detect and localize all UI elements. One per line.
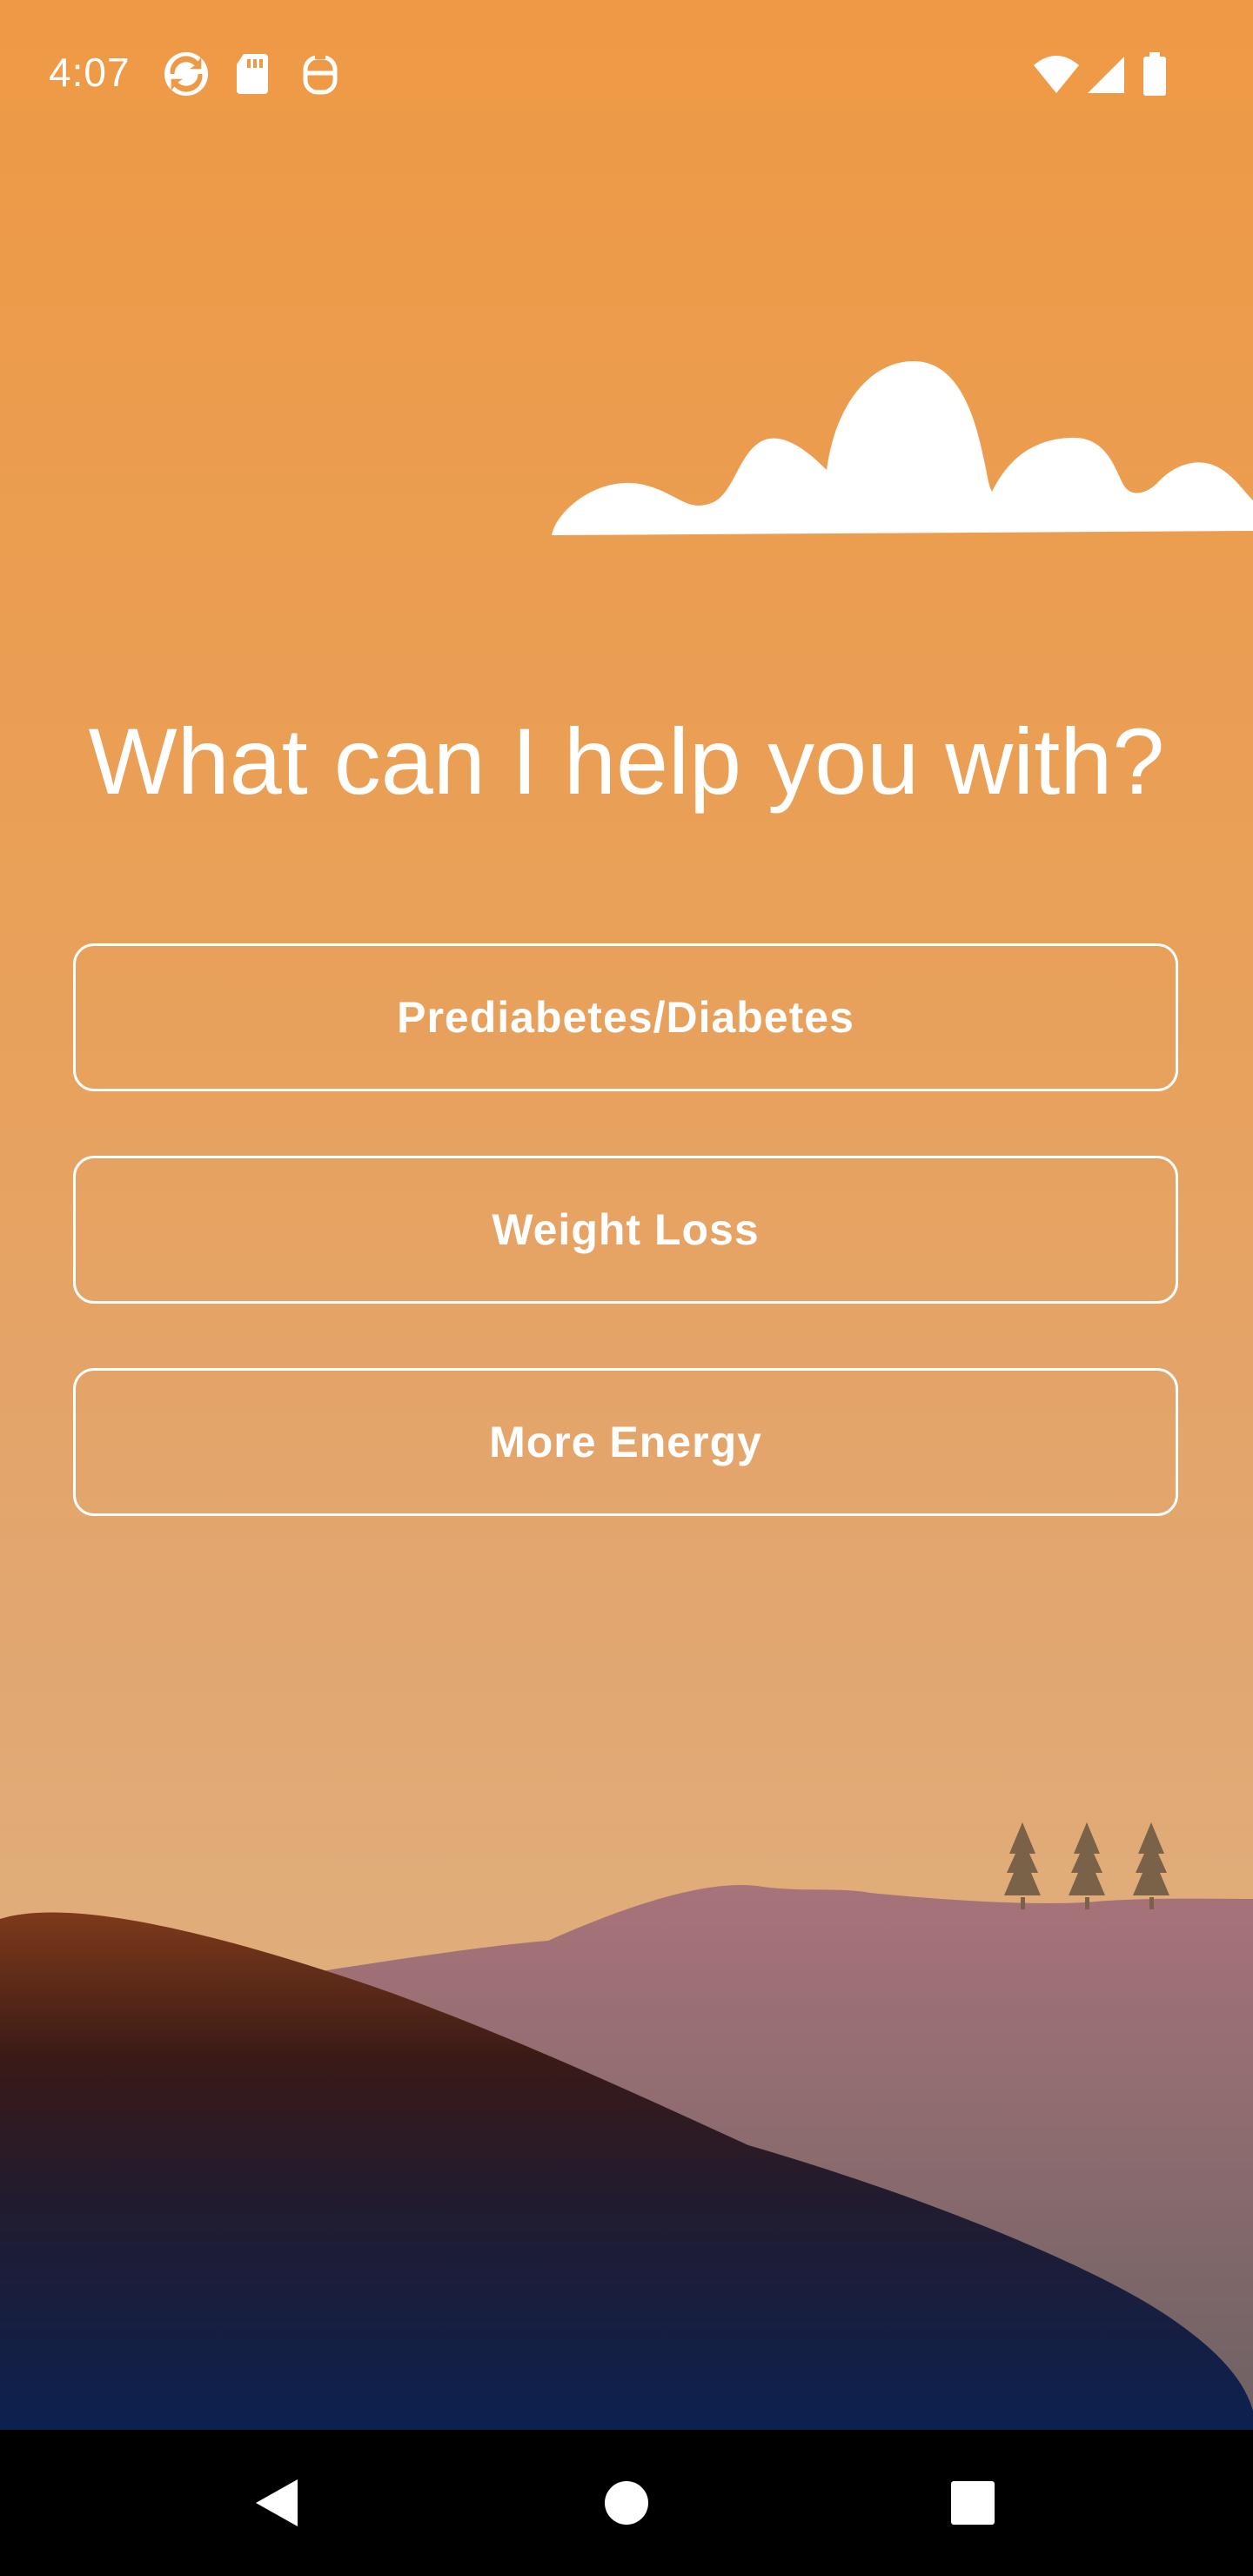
back-button[interactable] — [233, 2459, 320, 2546]
tree-icon — [1069, 1822, 1105, 1909]
back-icon — [256, 2479, 298, 2526]
option-label: Prediabetes/Diabetes — [397, 993, 854, 1042]
page-title: What can I help you with? — [88, 708, 1165, 814]
wifi-icon — [1034, 56, 1079, 93]
status-time: 4:07 — [49, 50, 131, 95]
battery-icon — [1143, 52, 1166, 96]
onboarding-screen: 4:07 What can I help you with? Prediabet… — [0, 0, 1253, 2576]
tree-icon — [1004, 1822, 1041, 1909]
app-notification-icon — [303, 52, 338, 95]
sync-app-icon — [164, 51, 209, 97]
navigation-bar — [0, 2430, 1253, 2576]
cell-signal-icon — [1088, 57, 1124, 93]
tree-icon — [1133, 1822, 1169, 1909]
option-prediabetes-diabetes-button[interactable]: Prediabetes/Diabetes — [73, 943, 1178, 1091]
sd-card-icon — [237, 54, 268, 94]
home-icon — [605, 2481, 648, 2525]
option-label: More Energy — [489, 1418, 762, 1466]
cloud-illustration — [552, 361, 1253, 535]
recents-button[interactable] — [929, 2459, 1016, 2546]
option-label: Weight Loss — [492, 1205, 760, 1254]
hills-illustration — [0, 1822, 1253, 2430]
home-button[interactable] — [583, 2459, 670, 2546]
option-weight-loss-button[interactable]: Weight Loss — [73, 1156, 1178, 1304]
recents-icon — [951, 2481, 995, 2525]
status-bar: 4:07 — [0, 0, 1253, 148]
option-more-energy-button[interactable]: More Energy — [73, 1368, 1178, 1516]
